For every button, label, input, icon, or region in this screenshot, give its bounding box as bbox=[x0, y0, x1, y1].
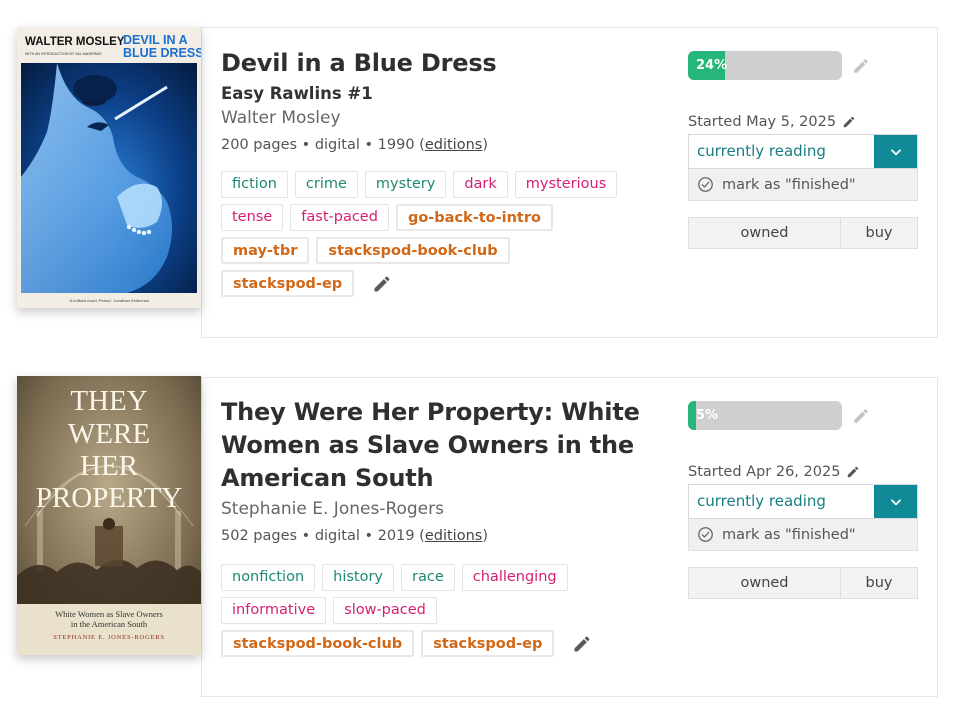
tag-chip[interactable]: stackspod-ep bbox=[421, 630, 555, 657]
tag-chip[interactable]: nonfiction bbox=[221, 564, 316, 591]
book-meta: 502 pages • digital • 2019 (editions) bbox=[221, 525, 661, 547]
meta-close: ) bbox=[482, 137, 488, 153]
tag-chip[interactable]: slow-paced bbox=[333, 597, 437, 624]
cover-title-line: WERE bbox=[68, 418, 150, 450]
reading-panel: 24% Started May 5, 2025 currently readin… bbox=[688, 51, 918, 249]
tag-chip[interactable]: may-tbr bbox=[221, 237, 310, 264]
pencil-icon[interactable] bbox=[371, 273, 393, 295]
tag-chip[interactable]: mysterious bbox=[514, 171, 618, 198]
tag-chip[interactable]: history bbox=[322, 564, 395, 591]
tag-chip[interactable]: crime bbox=[294, 171, 358, 198]
ownership-row: owned buy bbox=[688, 567, 918, 599]
tag-chip[interactable]: dark bbox=[453, 171, 508, 198]
book-meta: 200 pages • digital • 1990 (editions) bbox=[221, 134, 661, 156]
reading-panel: 5% Started Apr 26, 2025 currently readin… bbox=[688, 401, 918, 599]
meta-details: 502 pages • digital • 2019 ( bbox=[221, 528, 425, 544]
book-author[interactable]: Walter Mosley bbox=[221, 106, 661, 130]
mark-finished-label: mark as "finished" bbox=[722, 176, 856, 193]
book-cover[interactable]: WALTER MOSLEY WITH AN INTRODUCTION BY VA… bbox=[17, 27, 201, 308]
book-info: Devil in a Blue Dress Easy Rawlins #1 Wa… bbox=[221, 47, 661, 156]
tag-list: fiction crime mystery dark mysterious tense fa… bbox=[221, 171, 641, 303]
editions-link[interactable]: editions bbox=[425, 528, 482, 544]
progress-fill bbox=[688, 401, 696, 430]
started-date: Started May 5, 2025 bbox=[688, 112, 918, 132]
cover-title-line: THEY bbox=[70, 385, 147, 417]
cover-author: WALTER MOSLEY bbox=[25, 36, 125, 48]
cover-title-line: PROPERTY bbox=[36, 482, 183, 514]
cover-subtitle: White Women as Slave Owners bbox=[55, 609, 163, 619]
chevron-down-icon[interactable] bbox=[874, 135, 917, 168]
cover-author: STEPHANIE E. JONES-ROGERS bbox=[53, 634, 165, 641]
book-title[interactable]: Devil in a Blue Dress bbox=[221, 47, 661, 80]
status-dropdown[interactable]: currently reading bbox=[688, 484, 918, 519]
tag-chip[interactable]: mystery bbox=[364, 171, 447, 198]
pencil-icon[interactable] bbox=[842, 115, 856, 129]
cover-blurb: 'A brilliant novel. Period.' Jonathan Ke… bbox=[69, 298, 149, 303]
mark-finished-button[interactable]: mark as "finished" bbox=[688, 169, 918, 201]
owned-button[interactable]: owned bbox=[689, 568, 841, 598]
buy-button[interactable]: buy bbox=[841, 568, 917, 598]
tag-chip[interactable]: informative bbox=[221, 597, 327, 624]
mark-finished-label: mark as "finished" bbox=[722, 526, 856, 543]
buy-button[interactable]: buy bbox=[841, 218, 917, 248]
status-text: currently reading bbox=[697, 492, 826, 510]
tag-chip[interactable]: fast-paced bbox=[290, 204, 389, 231]
chevron-down-icon[interactable] bbox=[874, 485, 917, 518]
progress-label: 5% bbox=[696, 408, 719, 423]
pencil-icon[interactable] bbox=[846, 465, 860, 479]
book-author[interactable]: Stephanie E. Jones-Rogers bbox=[221, 497, 661, 521]
cover-title-line: HER bbox=[80, 450, 139, 482]
check-circle-icon bbox=[697, 526, 714, 543]
pencil-icon[interactable] bbox=[571, 633, 593, 655]
book-info: They Were Her Property: White Women as S… bbox=[221, 396, 661, 547]
status-text: currently reading bbox=[697, 142, 826, 160]
pencil-icon[interactable] bbox=[850, 55, 872, 77]
progress-bar[interactable]: 24% bbox=[688, 51, 842, 80]
book-title[interactable]: They Were Her Property: White Women as S… bbox=[221, 396, 661, 495]
book-entry: THEY WERE HER PROPERTY White Women as Sl… bbox=[0, 350, 960, 717]
started-date: Started Apr 26, 2025 bbox=[688, 462, 918, 482]
mark-finished-button[interactable]: mark as "finished" bbox=[688, 519, 918, 551]
book-cover[interactable]: THEY WERE HER PROPERTY White Women as Sl… bbox=[17, 376, 201, 655]
ownership-row: owned buy bbox=[688, 217, 918, 249]
started-text: Started Apr 26, 2025 bbox=[688, 464, 841, 480]
editions-link[interactable]: editions bbox=[425, 137, 482, 153]
cover-title-line2: BLUE DRESS bbox=[123, 46, 201, 60]
tag-chip[interactable]: stackspod-ep bbox=[221, 270, 355, 297]
tag-chip[interactable]: race bbox=[401, 564, 455, 591]
tag-list: nonfiction history race challenging informat… bbox=[221, 564, 641, 663]
status-dropdown[interactable]: currently reading bbox=[688, 134, 918, 169]
owned-button[interactable]: owned bbox=[689, 218, 841, 248]
progress-bar[interactable]: 5% bbox=[688, 401, 842, 430]
started-text: Started May 5, 2025 bbox=[688, 114, 837, 130]
cover-subtitle: in the American South bbox=[71, 619, 148, 629]
tag-chip[interactable]: go-back-to-intro bbox=[395, 204, 553, 231]
tag-chip[interactable]: stackspod-book-club bbox=[221, 630, 415, 657]
book-series[interactable]: Easy Rawlins #1 bbox=[221, 83, 661, 105]
meta-close: ) bbox=[482, 528, 488, 544]
tag-chip[interactable]: tense bbox=[221, 204, 284, 231]
meta-details: 200 pages • digital • 1990 ( bbox=[221, 137, 425, 153]
tag-chip[interactable]: stackspod-book-club bbox=[316, 237, 510, 264]
book-entry: WALTER MOSLEY WITH AN INTRODUCTION BY VA… bbox=[0, 0, 960, 350]
tag-chip[interactable]: challenging bbox=[461, 564, 568, 591]
progress-label: 24% bbox=[696, 58, 728, 73]
cover-intro: WITH AN INTRODUCTION BY VAL McDERMID bbox=[25, 52, 102, 56]
cover-title-line1: DEVIL IN A bbox=[123, 33, 188, 47]
tag-chip[interactable]: fiction bbox=[221, 171, 288, 198]
pencil-icon[interactable] bbox=[850, 405, 872, 427]
check-circle-icon bbox=[697, 176, 714, 193]
